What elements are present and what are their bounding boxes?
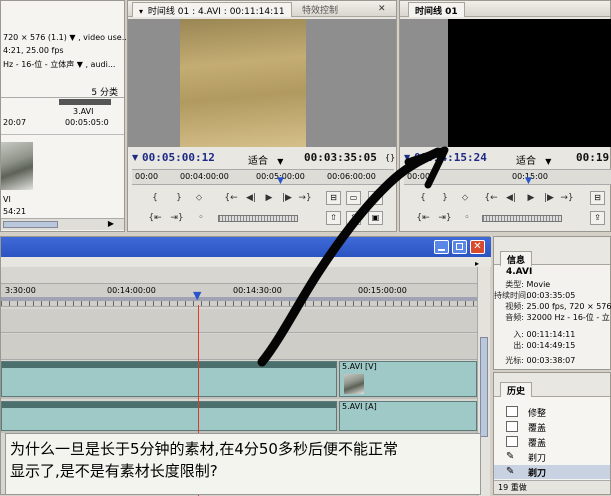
annotation-arrow-stroke [257,147,443,367]
annotation-arrow [257,146,449,367]
